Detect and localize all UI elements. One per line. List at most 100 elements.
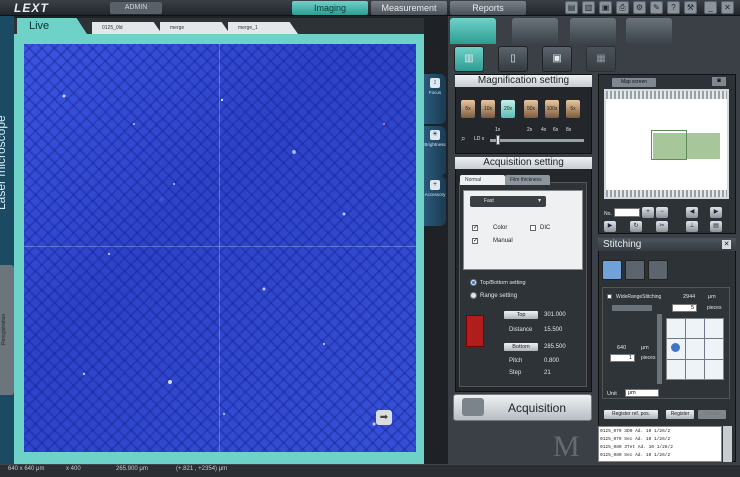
register-ref-button[interactable]: Register ref. pos. [604, 410, 658, 419]
camera-icon [462, 398, 484, 416]
x-slider[interactable] [612, 305, 652, 311]
close-icon[interactable]: ✕ [721, 1, 734, 14]
lens-20x[interactable]: 20x [501, 100, 515, 118]
log-row[interactable]: 0125_079 3D0 Ad. 10 1/26/2 [600, 428, 720, 435]
side-tool-focus[interactable]: ↕ Focus [424, 74, 446, 124]
map-no-field[interactable] [614, 208, 640, 217]
step-label: Step [509, 370, 522, 376]
chevron-down-icon[interactable]: ▾ [538, 197, 541, 204]
tab-live[interactable]: Live [17, 18, 87, 34]
manual-checkbox[interactable]: ✓ [472, 238, 478, 244]
y-um-value: 640 [617, 345, 627, 351]
save-icon[interactable]: ▥ [582, 1, 595, 14]
tab-image-3[interactable]: merge_1 [228, 22, 298, 34]
log-row[interactable]: 0125_080 3Tet Ad. 10 1/26/2 [600, 444, 720, 451]
side-tool-accessory[interactable]: + Accessory [424, 176, 446, 226]
tab-image-1[interactable]: 0125_0ld [92, 22, 162, 34]
next-arrow-icon[interactable]: ➡ [376, 410, 392, 425]
zoom-tick-2: 2x [527, 127, 533, 133]
tab-film-thickness[interactable]: Film thickness [505, 175, 550, 185]
top-value: 301.000 [544, 312, 566, 318]
open-icon[interactable]: ▤ [565, 1, 578, 14]
map-fit-icon[interactable]: ▤ [710, 221, 722, 232]
top-button[interactable]: Top [504, 311, 538, 319]
crop-mode-icon[interactable] [648, 260, 668, 280]
lens-10x[interactable]: 10x [481, 100, 495, 118]
lens-5x[interactable]: 5x [461, 100, 475, 118]
color-label: Color [493, 225, 508, 231]
mode-tab-4[interactable] [626, 18, 672, 44]
stack-mode-icon[interactable]: ▯ [498, 46, 528, 72]
tab-normal[interactable]: Normal [460, 175, 505, 185]
map-zoom-out-icon[interactable]: − [656, 207, 668, 218]
lens-50x[interactable]: 50x [524, 100, 538, 118]
print-icon[interactable]: ⎙ [616, 1, 629, 14]
range-radio[interactable] [470, 292, 477, 299]
lens-extra[interactable]: 5x [566, 100, 580, 118]
wrench-icon[interactable]: ⚒ [684, 1, 697, 14]
map-play-icon[interactable]: ▶ [604, 221, 616, 232]
wide-range-label: WideRangeStitching [616, 294, 662, 300]
grid-mode-icon[interactable] [602, 260, 622, 280]
overlay-mode-icon[interactable] [625, 260, 645, 280]
crosshair-vertical [219, 44, 220, 452]
save-mode-icon[interactable]: ▣ [542, 46, 572, 72]
tab-image-2[interactable]: merge [160, 22, 230, 34]
map-refresh-icon[interactable]: ↻ [630, 221, 642, 232]
mode-tab-observe[interactable] [450, 18, 496, 44]
stitch-position-dot [671, 343, 680, 352]
stitching-close-icon[interactable]: ✕ [722, 240, 731, 249]
map-left-icon[interactable]: ◀ [686, 207, 698, 218]
magnification-title: Magnification setting [455, 75, 592, 87]
help-icon[interactable]: ? [667, 1, 680, 14]
bulb-icon: ☀ [430, 130, 440, 140]
status-z-position: 265.900 μm [116, 466, 148, 472]
log-row[interactable]: 0125_080 Sec Ad. 10 1/26/2 [600, 452, 720, 459]
settings-icon[interactable]: ⚙ [633, 1, 646, 14]
map-screen-tab[interactable]: Map screen [612, 78, 656, 87]
color-checkbox[interactable]: ✓ [472, 225, 478, 231]
map-measure-icon[interactable]: ⊥ [686, 221, 698, 232]
wide-range-checkbox[interactable] [607, 294, 612, 299]
side-tool-brightness[interactable]: ☀ Brightness [424, 126, 446, 176]
range-label: Range setting [480, 293, 518, 299]
x-pieces-field[interactable]: 5 [672, 304, 697, 312]
map-tool-icon[interactable]: ✂ [656, 221, 668, 232]
image-mode-icon[interactable]: ▥ [454, 46, 484, 72]
map-camera-icon[interactable]: ◙ [712, 77, 726, 86]
status-size: 640 x 640 μm [8, 466, 45, 472]
lens-100x[interactable]: 100x [545, 100, 559, 118]
crosshair-horizontal [24, 246, 416, 247]
zoom-tick-1: 1x [495, 127, 501, 133]
y-slider[interactable] [657, 314, 662, 384]
unit-select[interactable]: μm [625, 389, 659, 397]
tab-reports[interactable]: Reports [450, 1, 526, 15]
manual-label: Manual [493, 238, 513, 244]
dic-checkbox[interactable] [530, 225, 536, 231]
mode-tab-2[interactable] [512, 18, 558, 44]
y-pieces-field[interactable]: 1 [610, 354, 635, 362]
mode-select[interactable]: Fast [470, 196, 546, 207]
log-row[interactable]: 0125_079 Sec Ad. 10 1/26/2 [600, 436, 720, 443]
topbottom-radio[interactable] [470, 279, 477, 286]
tab-imaging[interactable]: Imaging [292, 1, 368, 15]
map-right-icon[interactable]: ▶ [710, 207, 722, 218]
register-button[interactable]: Register [666, 410, 694, 419]
x-um-value: 2944 [683, 294, 696, 300]
unit-label: Unit [607, 391, 617, 397]
export-icon[interactable]: ▣ [599, 1, 612, 14]
zoom-slider-handle[interactable] [496, 135, 500, 145]
map-zoom-in-icon[interactable]: + [642, 207, 654, 218]
y-pieces-label: pieces [641, 355, 656, 361]
mode-tab-3[interactable] [570, 18, 616, 44]
log-scrollbar[interactable] [723, 426, 732, 462]
tools-icon[interactable]: ✎ [650, 1, 663, 14]
z-range-indicator [466, 315, 484, 347]
map-current-frame[interactable] [651, 130, 687, 160]
tab-measurement[interactable]: Measurement [371, 1, 447, 15]
live-image[interactable] [24, 44, 416, 452]
user-badge[interactable]: ADMIN [110, 2, 162, 14]
minimize-icon[interactable]: _ [704, 1, 717, 14]
bottom-button[interactable]: Bottom [504, 343, 538, 351]
zoom-slider[interactable] [490, 139, 584, 142]
